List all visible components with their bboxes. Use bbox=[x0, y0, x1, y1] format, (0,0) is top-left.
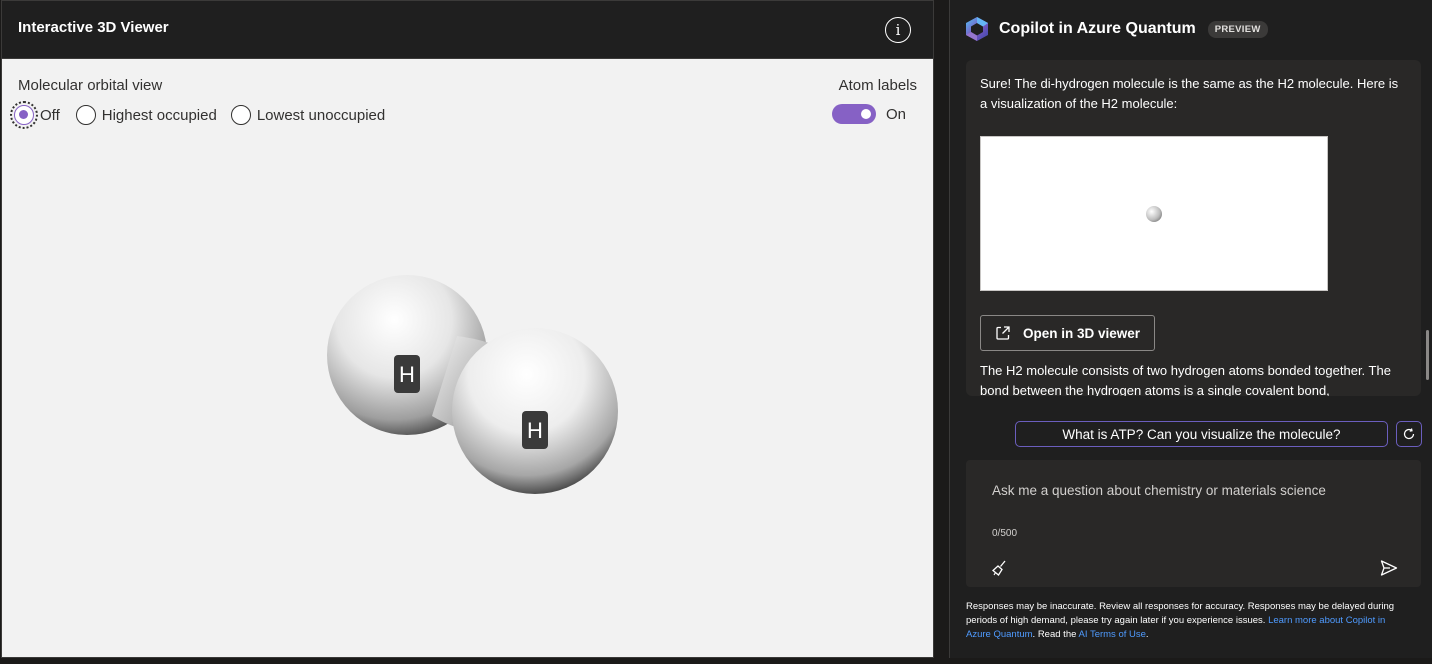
atom-labels-title: Atom labels bbox=[838, 77, 917, 94]
radio-circle bbox=[230, 105, 251, 125]
copilot-logo-icon bbox=[966, 17, 988, 41]
radio-lowest-unoccupied-label: Lowest unoccupied bbox=[256, 106, 386, 124]
assistant-message: Sure! The di-hydrogen molecule is the sa… bbox=[966, 60, 1421, 396]
atom-label-2-text: H bbox=[527, 418, 543, 443]
atom-labels-state: On bbox=[886, 105, 907, 123]
open-3d-viewer-label: Open in 3D viewer bbox=[1023, 325, 1141, 341]
viewer-header: Interactive 3D Viewer i bbox=[2, 1, 933, 59]
info-icon[interactable]: i bbox=[885, 17, 911, 43]
copilot-title: Copilot in Azure Quantum bbox=[999, 20, 1196, 37]
radio-highest-occupied[interactable]: Highest occupied bbox=[75, 105, 217, 125]
suggestion-chip[interactable]: What is ATP? Can you visualize the molec… bbox=[1015, 421, 1388, 447]
disclaimer-mid: . Read the bbox=[1032, 629, 1079, 640]
viewer-title: Interactive 3D Viewer bbox=[18, 19, 169, 36]
chat-scrollbar[interactable] bbox=[1426, 330, 1429, 380]
message-paragraph-2: The H2 molecule consists of two hydrogen… bbox=[980, 363, 1391, 396]
orbital-radio-group: Off Highest occupied Lowest unoccupied bbox=[10, 101, 399, 129]
message-paragraph-1: Sure! The di-hydrogen molecule is the sa… bbox=[980, 76, 1399, 111]
external-link-icon bbox=[996, 326, 1010, 340]
atom-label-1: H bbox=[394, 355, 420, 393]
refresh-icon bbox=[1403, 428, 1415, 440]
molecule-canvas[interactable]: H H bbox=[2, 131, 933, 657]
atom-label-1-text: H bbox=[399, 362, 415, 387]
send-icon[interactable] bbox=[1379, 558, 1399, 578]
open-3d-viewer-button[interactable]: Open in 3D viewer bbox=[980, 315, 1155, 351]
radio-circle bbox=[14, 105, 34, 125]
molecule-preview[interactable] bbox=[980, 136, 1328, 291]
refresh-suggestions-button[interactable] bbox=[1396, 421, 1422, 447]
chat-input-box: 0/500 bbox=[966, 460, 1421, 587]
atom-labels-toggle[interactable] bbox=[832, 104, 876, 124]
ai-terms-link[interactable]: AI Terms of Use bbox=[1079, 629, 1146, 640]
clear-chat-broom-icon[interactable] bbox=[990, 558, 1010, 578]
preview-atom bbox=[1146, 206, 1162, 222]
copilot-panel: Copilot in Azure Quantum PREVIEW Sure! T… bbox=[949, 0, 1432, 658]
disclaimer: Responses may be inaccurate. Review all … bbox=[966, 600, 1412, 642]
atom-label-2: H bbox=[522, 411, 548, 449]
radio-lowest-unoccupied[interactable]: Lowest unoccupied bbox=[230, 105, 386, 125]
radio-off-label: Off bbox=[40, 106, 60, 124]
chat-input[interactable] bbox=[966, 460, 1421, 520]
preview-badge: PREVIEW bbox=[1207, 20, 1268, 38]
orbital-view-label: Molecular orbital view bbox=[18, 77, 163, 94]
copilot-header: Copilot in Azure Quantum PREVIEW bbox=[964, 16, 1268, 42]
disclaimer-end: . bbox=[1145, 629, 1149, 640]
atom-labels-toggle-row: On bbox=[832, 104, 906, 124]
radio-highest-occupied-label: Highest occupied bbox=[101, 106, 217, 124]
radio-circle bbox=[75, 105, 96, 125]
viewer-panel: Interactive 3D Viewer i Molecular orbita… bbox=[1, 0, 934, 658]
character-counter: 0/500 bbox=[992, 528, 1018, 539]
radio-off[interactable]: Off bbox=[10, 101, 60, 129]
